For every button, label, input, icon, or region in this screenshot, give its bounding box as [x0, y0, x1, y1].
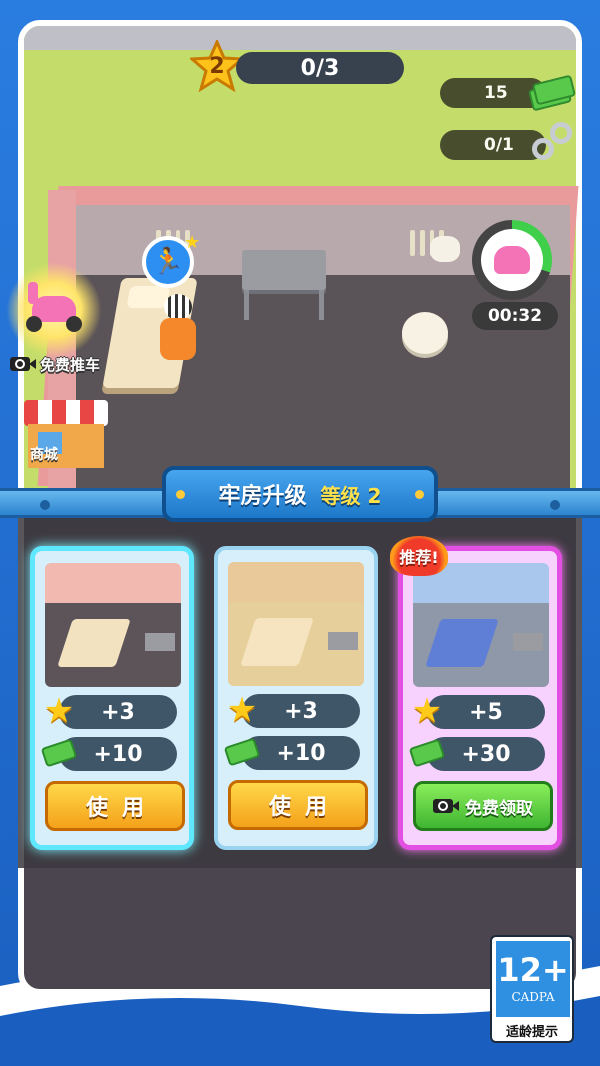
shop-awning	[24, 400, 108, 426]
scooter-timer-ring[interactable]	[472, 220, 552, 300]
age-rating-caption: 适龄提示	[505, 1024, 558, 1040]
star-bonus: ★ +5	[412, 694, 545, 729]
age-rating-badge: 12+ CADPA 适龄提示	[490, 935, 574, 1043]
cash-icon	[223, 734, 261, 770]
recommend-badge: 推荐!	[390, 536, 448, 576]
cash-value: 15	[484, 83, 508, 103]
video-icon	[10, 357, 36, 371]
timer-countdown: 00:32	[472, 302, 558, 330]
upgrade-card-2[interactable]: ★ +3 +10 使用	[214, 546, 378, 850]
cash-icon	[527, 74, 577, 112]
age-rating-number: 12+	[497, 951, 569, 989]
cell-preview-image	[413, 563, 549, 687]
star-icon: ★	[226, 690, 258, 730]
cash-bonus: +10	[40, 737, 177, 771]
panel-title: 牢房升级	[218, 484, 307, 509]
shop-label: 商城	[30, 447, 58, 463]
cash-bonus-value: +10	[93, 741, 143, 767]
level-progress: 0/3	[236, 52, 404, 84]
free-claim-label: 免费领取	[465, 798, 533, 819]
sparkle-star-icon: ★	[184, 232, 201, 253]
upgrade-panel-title-bar: 牢房升级 等级 2	[162, 466, 438, 522]
top-wall	[24, 26, 576, 50]
star-bonus: ★ +3	[227, 693, 360, 728]
star-bonus-value: +5	[469, 699, 503, 725]
handcuffs-counter: 0/1	[440, 130, 546, 160]
star-bonus-value: +3	[284, 698, 318, 724]
cash-icon	[40, 735, 78, 771]
use-button[interactable]: 使用	[228, 780, 368, 830]
upgrade-card-1[interactable]: ★ +3 +10 使用	[30, 546, 194, 850]
star-icon: ★	[411, 691, 443, 731]
star-bonus: ★ +3	[44, 694, 177, 729]
upgrade-card-3[interactable]: ★ +5 +30 免费领取	[398, 546, 562, 850]
free-cart-label: 免费推车	[40, 355, 101, 374]
age-rating-org: CADPA	[511, 990, 555, 1004]
cash-bonus-value: +30	[461, 741, 511, 767]
prisoner-body	[160, 318, 196, 360]
cell-preview-image	[45, 563, 181, 687]
handcuffs-icon	[532, 122, 576, 166]
cell-preview-image	[228, 562, 364, 686]
panel-level-label: 等级 2	[320, 483, 382, 508]
free-claim-button[interactable]: 免费领取	[413, 781, 553, 831]
age-rating-top: 12+ CADPA	[496, 941, 570, 1017]
prisoner-character[interactable]	[158, 294, 198, 364]
video-icon	[433, 799, 459, 813]
toilet	[402, 312, 448, 354]
use-button[interactable]: 使用	[45, 781, 185, 831]
cash-bonus: +30	[408, 737, 545, 771]
free-cart-button[interactable]: 免费推车	[6, 352, 106, 376]
prisoner-head	[164, 294, 192, 320]
sink	[430, 236, 460, 262]
handcuffs-value: 0/1	[484, 135, 514, 155]
star-icon: ★	[43, 691, 75, 731]
cash-bonus: +10	[223, 736, 360, 770]
cell-table	[242, 250, 326, 320]
scooter-icon[interactable]	[24, 282, 84, 334]
scooter-icon	[494, 246, 530, 274]
timer-inner	[481, 229, 543, 291]
cash-bonus-value: +10	[276, 740, 326, 766]
star-bonus-value: +3	[101, 699, 135, 725]
cash-icon	[408, 735, 446, 771]
